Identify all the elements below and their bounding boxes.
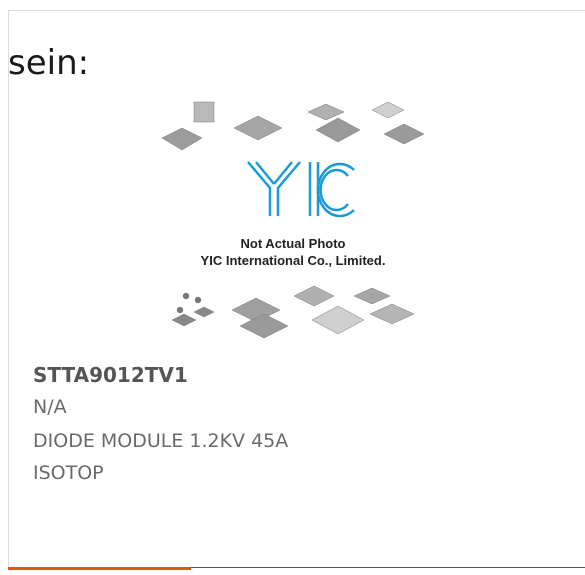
- chip-illustrations-bottom: [171, 285, 415, 339]
- description-text: DIODE MODULE 1.2KV 45A: [33, 430, 289, 452]
- active-tab-indicator: [8, 567, 191, 570]
- image-caption-line-2: YIC International Co., Limited.: [201, 253, 386, 268]
- yic-logo: [247, 161, 355, 218]
- product-image-placeholder[interactable]: Not Actual Photo YIC International Co., …: [158, 98, 428, 344]
- image-caption-line-1: Not Actual Photo: [241, 236, 346, 251]
- manufacturer-text: N/A: [33, 396, 67, 418]
- part-number-link[interactable]: STTA9012TV1: [33, 363, 188, 387]
- section-heading: sein:: [8, 43, 90, 83]
- chip-illustrations-top: [161, 101, 425, 151]
- package-text: ISOTOP: [33, 462, 104, 484]
